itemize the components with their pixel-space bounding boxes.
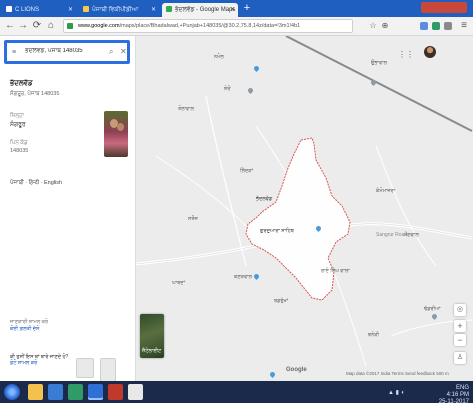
illustration-image [100,358,116,382]
app-icon[interactable] [128,384,143,400]
tab-google-maps[interactable]: ਭੱਦਲਵੱਡ - Google Maps ✕ [162,3,238,17]
map-label[interactable]: ਬਡਰੁੱਖਾਂ [274,298,288,304]
tab-wikipedia[interactable]: ਪੰਜਾਬੀ ਵਿਕੀਪੀਡੀਆ ✕ [79,3,159,17]
tray-date: 25-11-2017 [438,399,469,403]
map-label[interactable]: ਗੁਰਦੁਆਰਾ ਸਾਹਿਬ [260,228,294,234]
person-face [117,123,124,131]
satellite-label: ਸੈਟੇਲਾਈਟ [142,348,162,354]
browser-tabstrip: C LIONS ✕ ਪੰਜਾਬੀ ਵਿਕੀਪੀਡੀਆ ✕ ਭੱਦਲਵੱਡ - G… [0,0,473,17]
home-icon[interactable]: ⌂ [45,20,57,32]
tab-label: ਪੰਜਾਬੀ ਵਿਕੀਪੀਡੀਆ [92,7,139,13]
extension-icon[interactable] [432,22,440,30]
district-label: ਜ਼ਿਲ੍ਹਾ [10,113,25,119]
url-path: /maps/place/Bhadalwad,+Punjab+148035/@30… [119,23,301,29]
place-subtitle: ਸੰਗਰੂਰ, ਪੰਜਾਬ 148035 [10,91,60,97]
map-attribution[interactable]: Map data ©2017 India Terms Send feedback… [346,371,449,376]
map-label[interactable]: ਕਣਕਵਾਲ [234,274,252,280]
illustration-image [76,358,94,378]
language-links[interactable]: ਪੰਜਾਬੀ · हिन्दी · English [10,178,62,187]
place-panel: ≡ ਭੱਦਲਵੱਡ, ਪੰਜਾਬ 148035 ⌕ ✕ ਭੱਦਲਵੱਡ ਸੰਗਰ… [0,36,136,382]
lock-icon [67,23,73,29]
search-icon[interactable]: ⌕ [109,47,113,57]
map-label[interactable]: ਕੰਮੋਮਾਜਰਾ [376,188,395,194]
reload-icon[interactable]: ⟳ [31,20,43,32]
start-button[interactable] [4,384,20,400]
close-icon[interactable]: ✕ [151,3,156,17]
extension-icon[interactable] [420,22,428,30]
add-photo-link[interactable]: ਫ਼ੋਟੋ ਸ਼ਾਮਲ ਕਰੋ [10,360,70,366]
satellite-toggle[interactable]: ਸੈਟੇਲਾਈਟ [140,314,164,358]
tab-favicon-icon [83,6,89,12]
menu-icon[interactable]: ≡ [458,20,470,32]
chrome-icon[interactable] [88,384,103,400]
zoom-out-button[interactable]: − [454,334,466,346]
place-photo[interactable] [104,111,128,157]
maps-favicon-icon [166,6,172,12]
back-icon[interactable]: ← [4,20,16,32]
account-avatar[interactable] [424,46,436,58]
road-label: Sangrur Road [376,232,408,238]
pegman-icon[interactable]: ♙ [454,352,466,364]
map-label[interactable]: ਤੋਲਾਵਾਲ [178,106,194,112]
hamburger-icon[interactable]: ≡ [12,49,16,56]
new-tab-button[interactable]: + [241,2,253,14]
village-road [155,155,247,227]
app-icon[interactable] [108,384,123,400]
map-label[interactable]: ਸਤੌਜ [188,216,198,222]
map-graphics [136,36,473,367]
map-label[interactable]: ਉਭਾਵਾਲ [371,60,387,66]
panel-footer: ਕੀ ਤੁਸੀਂ ਇਸ ਥਾਂ ਬਾਰੇ ਜਾਣਦੇ ਹੋ? ਫ਼ੋਟੋ ਸ਼ਾ… [10,354,70,366]
close-icon[interactable]: ✕ [230,3,235,17]
address-bar[interactable]: www.google.com/maps/place/Bhadalwad,+Pun… [63,19,353,33]
tab-favicon-icon [6,6,12,12]
district-value[interactable]: ਸੰਗਰੂਰ [10,122,26,129]
pincode-label: ਪਿਨ ਕੋਡ [10,140,28,146]
place-title: ਭੱਦਲਵੱਡ [10,80,33,87]
media-icon[interactable] [68,384,83,400]
search-box[interactable]: ≡ ਭੱਦਲਵੱਡ, ਪੰਜਾਬ 148035 ⌕ ✕ [4,40,130,64]
panel-footnote: ਜਾਣਕਾਰੀ ਸ਼ਾਮਲ ਕਰੋ ਕੋਈ ਗ਼ਲਤੀ ਦੱਸੋ [10,319,120,333]
map-label[interactable]: ਭੱਦਲਵੱਡ [256,196,272,202]
apps-grid-icon[interactable]: ⋮⋮ [398,50,414,59]
url-host: www.google.com [78,23,120,29]
tray-icons[interactable]: ▲ ▮ ◖ [388,389,404,396]
map-label[interactable]: ਲਿੱਦੜਾਂ [240,168,253,174]
map-label[interactable]: ਸ਼ੇਰੋਂ [224,86,230,92]
extension-icon[interactable] [444,22,452,30]
star-icon[interactable]: ☆ [368,21,378,31]
tray-lang[interactable]: ENG [439,385,469,392]
village-boundary [245,137,351,301]
window-controls[interactable] [421,2,467,13]
map-label[interactable]: ਘਾਬਦਾਂ [172,280,185,286]
close-icon[interactable]: ✕ [120,47,127,56]
pincode-value: 148035 [10,148,29,154]
map-label[interactable]: ਢੱਡਰੀਆਂ [424,306,441,312]
village-road [375,145,437,267]
map-canvas[interactable]: ⋮⋮ ਨਮੋਲ ਸ਼ੇਰੋਂ ਤੋਲਾਵਾਲ ਭੱਦਲਵੱਡ ਉਭਾਵਾਲ ਕੰ… [136,36,473,381]
my-location-button[interactable]: ◎ [454,304,466,316]
screen: C LIONS ✕ ਪੰਜਾਬੀ ਵਿਕੀਪੀਡੀਆ ✕ ਭੱਦਲਵੱਡ - G… [0,0,473,403]
forward-icon[interactable]: → [17,20,29,32]
map-label[interactable]: ਨਮੋਲ [214,54,224,60]
search-input[interactable]: ਭੱਦਲਵੱਡ, ਪੰਜਾਬ 148035 [25,48,105,55]
footnote-text: ਜਾਣਕਾਰੀ ਸ਼ਾਮਲ ਕਰੋ [10,319,49,325]
google-logo: Google [286,367,307,373]
map-label[interactable]: ਰਾਏ ਸਿੰਘ ਵਾਲਾ [321,268,350,274]
file-explorer-icon[interactable] [28,384,43,400]
close-icon[interactable]: ✕ [68,3,73,17]
taskbar: ▲ ▮ ◖ ENG 4:16 PM 25-11-2017 [0,381,473,403]
tab-label: ਭੱਦਲਵੱਡ - Google Maps [175,7,236,13]
tab-label: C LIONS [15,7,40,13]
zoom-in-button[interactable]: + [454,320,466,332]
map-label[interactable]: ਝਨੇੜੀ [368,332,379,338]
zoom-icon[interactable]: ⊕ [380,21,390,31]
report-error-link[interactable]: ਕੋਈ ਗ਼ਲਤੀ ਦੱਸੋ [10,326,120,333]
highway-road [285,36,473,132]
ie-icon[interactable] [48,384,63,400]
browser-toolbar: ← → ⟳ ⌂ www.google.com/maps/place/Bhadal… [0,17,473,36]
system-clock[interactable]: ENG 4:16 PM 25-11-2017 [439,385,469,403]
village-road [205,95,247,267]
tab-lions[interactable]: C LIONS ✕ [2,3,76,17]
tray-time: 4:16 PM [446,392,469,398]
